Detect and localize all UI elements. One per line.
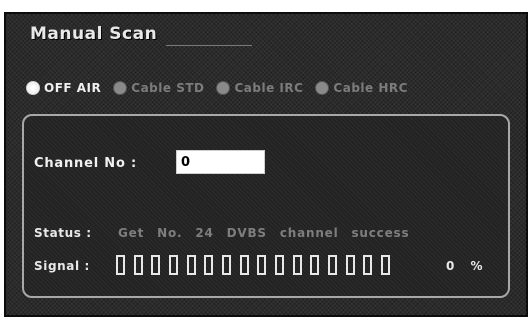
- status-message: Get No. 24 DVBS channel success: [118, 226, 410, 240]
- signal-segment: [116, 255, 125, 275]
- signal-segment: [380, 255, 390, 275]
- signal-segment: [186, 255, 196, 275]
- signal-label: Signal :: [34, 259, 90, 273]
- mode-option-off-air[interactable]: OFF AIR: [26, 81, 101, 95]
- mode-option-cable-hrc[interactable]: Cable HRC: [315, 81, 408, 95]
- signal-segment: [204, 255, 214, 275]
- status-label: Status :: [34, 226, 92, 240]
- signal-segment: [327, 255, 337, 275]
- signal-segment: [239, 255, 249, 275]
- radio-unselected-icon: [315, 81, 330, 95]
- mode-option-cable-std[interactable]: Cable STD: [113, 81, 204, 95]
- signal-segment: [168, 255, 178, 275]
- mode-option-cable-irc[interactable]: Cable IRC: [216, 81, 303, 95]
- radio-unselected-icon: [216, 81, 231, 95]
- signal-segment: [292, 255, 302, 275]
- scan-mode-selector: OFF AIR Cable STD Cable IRC Cable HRC: [26, 78, 420, 98]
- title-underline: [166, 45, 252, 46]
- signal-segment: [221, 255, 231, 275]
- channel-label: Channel No :: [34, 156, 138, 171]
- signal-segment: [257, 255, 267, 275]
- signal-segment: [151, 255, 161, 275]
- mode-label: OFF AIR: [44, 81, 102, 95]
- signal-strength-bar: [116, 254, 390, 276]
- signal-segment: [363, 255, 373, 275]
- channel-number-input[interactable]: [176, 150, 265, 174]
- signal-segment: [133, 255, 143, 275]
- signal-segment: [345, 255, 355, 275]
- signal-segment: [310, 255, 320, 275]
- mode-label: Cable HRC: [333, 81, 408, 95]
- mode-label: Cable STD: [131, 81, 205, 95]
- signal-segment: [274, 255, 284, 275]
- signal-percent: 0 %: [446, 259, 489, 273]
- radio-unselected-icon: [113, 81, 128, 95]
- radio-selected-icon: [26, 81, 40, 95]
- page-title: Manual Scan: [30, 24, 158, 44]
- mode-label: Cable IRC: [234, 81, 304, 95]
